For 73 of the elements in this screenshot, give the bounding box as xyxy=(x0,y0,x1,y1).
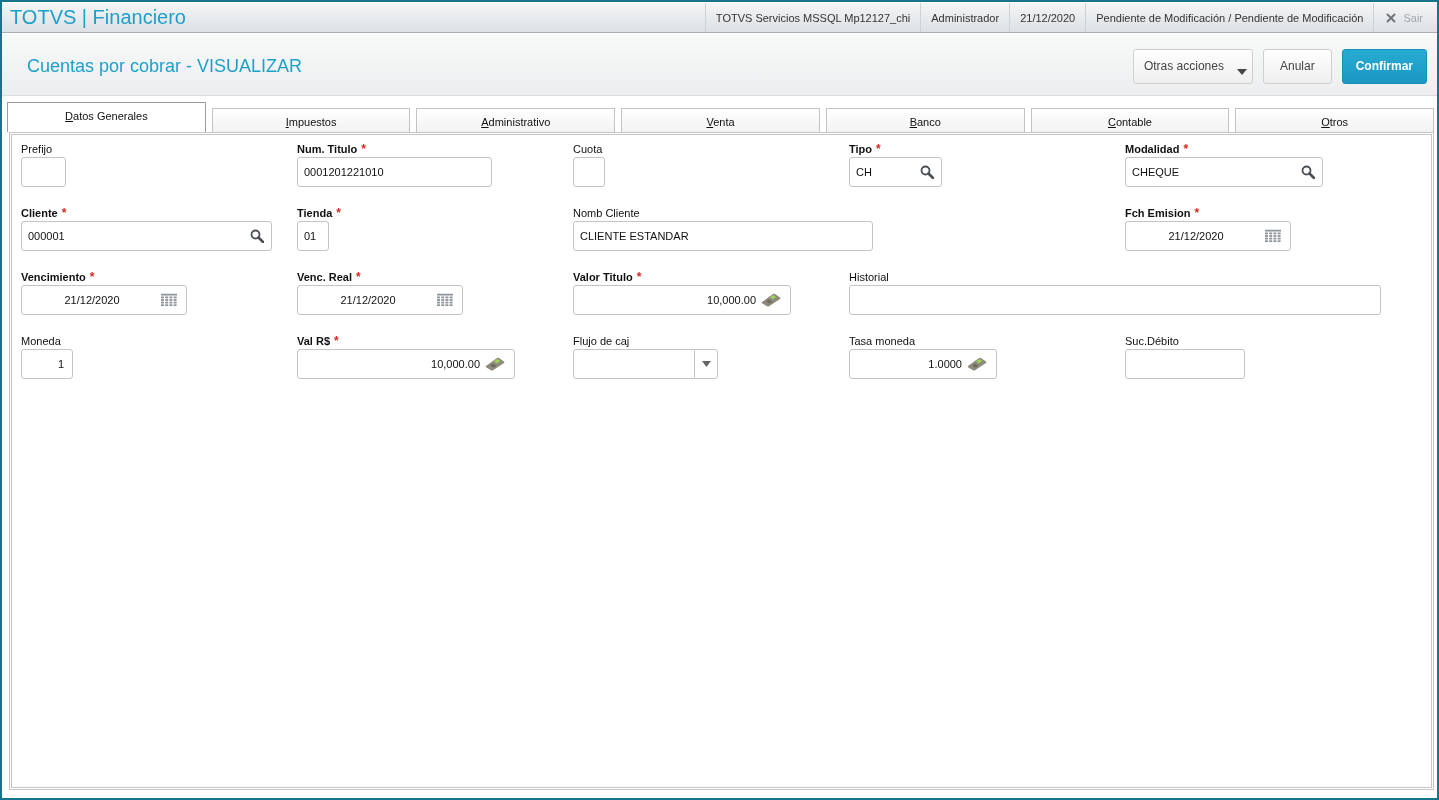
input-field[interactable]: CLIENTE ESTANDAR xyxy=(573,221,873,251)
field-label: Venc. Real xyxy=(297,271,353,284)
field-label: Flujo de caj xyxy=(573,335,630,348)
input-field[interactable]: 21/12/2020 xyxy=(297,285,463,315)
required-mark: * xyxy=(1194,207,1200,220)
field-label: Tasa moneda xyxy=(849,335,916,348)
tab[interactable]: Datos Generales xyxy=(7,102,206,132)
field-label: Moneda xyxy=(21,335,61,348)
tab[interactable]: Venta xyxy=(621,108,820,132)
field-label: Tipo xyxy=(849,143,872,156)
input-field[interactable]: 21/12/2020 xyxy=(1125,221,1291,251)
input-field[interactable]: 000001 xyxy=(21,221,272,251)
page-title: Cuentas por cobrar - VISUALIZAR xyxy=(27,55,303,77)
input-field[interactable]: 21/12/2020 xyxy=(21,285,187,315)
session-info-text: TOTVS Servicios MSSQL Mp12127_chi xyxy=(704,3,921,32)
field-label: Valor Titulo xyxy=(573,271,633,284)
input-field[interactable] xyxy=(573,157,605,187)
input-field[interactable]: CHEQUE xyxy=(1125,157,1323,187)
tab[interactable]: Otros xyxy=(1235,108,1435,132)
calculator-icon[interactable] xyxy=(761,293,781,307)
input-field[interactable]: 1 xyxy=(21,349,73,379)
field-label: Num. Titulo xyxy=(297,143,358,156)
field-label: Modalidad xyxy=(1125,143,1180,156)
session-info-text: 21/12/2020 xyxy=(1009,3,1086,32)
required-mark: * xyxy=(334,335,339,348)
input-field[interactable] xyxy=(1125,349,1245,379)
close-icon xyxy=(1386,12,1397,23)
field-label: Prefijo xyxy=(21,143,53,156)
calendar-icon[interactable] xyxy=(1265,229,1281,243)
calculator-icon[interactable] xyxy=(967,357,987,371)
input-field[interactable]: 10,000.00 xyxy=(573,285,791,315)
required-mark: * xyxy=(89,271,95,284)
required-mark: * xyxy=(876,143,881,156)
tab[interactable]: Impuestos xyxy=(211,108,411,132)
field-label: Fch Emision xyxy=(1125,207,1191,220)
search-icon[interactable] xyxy=(250,229,264,243)
required-mark: * xyxy=(636,271,642,284)
input-field[interactable] xyxy=(21,157,66,187)
calendar-icon[interactable] xyxy=(437,293,453,307)
tab[interactable]: Banco xyxy=(825,108,1025,132)
tab[interactable]: Administrativo xyxy=(416,108,616,132)
caret-icon[interactable] xyxy=(701,361,711,367)
field-label: Suc.Débito xyxy=(1125,335,1179,348)
input-field[interactable]: 10,000.00 xyxy=(297,349,515,379)
required-mark: * xyxy=(61,207,67,220)
more-actions-button[interactable]: Otras acciones xyxy=(1132,48,1253,84)
field-label: Tienda xyxy=(297,207,333,220)
required-mark: * xyxy=(336,207,341,220)
field-label: Cliente xyxy=(21,207,58,220)
search-icon[interactable] xyxy=(1301,165,1315,179)
calendar-icon[interactable] xyxy=(161,293,177,307)
input-field[interactable]: 0001201221010 xyxy=(297,157,492,187)
required-mark: * xyxy=(1183,143,1189,156)
field-label: Historial xyxy=(849,271,889,284)
search-icon[interactable] xyxy=(920,165,934,179)
input-field[interactable]: 1.0000 xyxy=(849,349,997,379)
field-label: Val R$ xyxy=(297,335,331,348)
caret-icon xyxy=(1236,68,1247,75)
app-brand: TOTVS | Financiero xyxy=(9,5,187,30)
field-label: Cuota xyxy=(573,143,603,156)
required-mark: * xyxy=(361,143,366,156)
session-info-text: Administrador xyxy=(920,3,1010,32)
tab[interactable]: Contable xyxy=(1030,108,1230,132)
input-field[interactable]: 01 xyxy=(297,221,329,251)
cancel-button[interactable]: Anular xyxy=(1262,48,1332,84)
required-mark: * xyxy=(356,271,361,284)
session-info-text: Pendiente de Modificación / Pendiente de Modificación xyxy=(1085,3,1374,32)
field-label: Nomb Cliente xyxy=(573,207,640,220)
input-field[interactable]: CH xyxy=(849,157,942,187)
input-field[interactable] xyxy=(849,285,1381,315)
calculator-icon[interactable] xyxy=(485,357,505,371)
input-field[interactable] xyxy=(573,349,718,379)
field-label: Vencimiento xyxy=(21,271,86,284)
